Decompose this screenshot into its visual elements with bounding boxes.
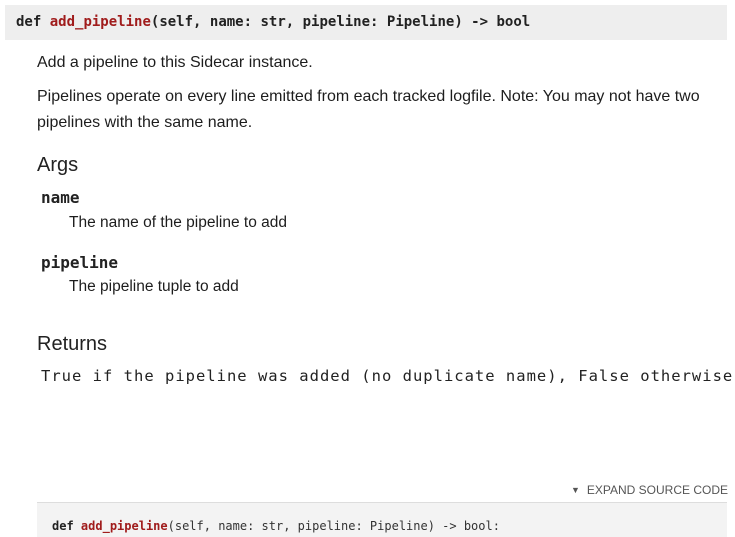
source-params: (self, name: str, pipeline: Pipeline) ->…	[167, 519, 500, 533]
def-keyword: def	[16, 14, 42, 30]
arg-name: name	[41, 188, 80, 207]
source-def-keyword: def	[52, 519, 74, 533]
function-params: (self, name: str, pipeline: Pipeline) ->…	[150, 14, 531, 30]
docstring-description: Pipelines operate on every line emitted …	[37, 88, 700, 131]
expand-source-label: EXPAND SOURCE CODE	[586, 483, 728, 497]
returns-heading: Returns	[37, 333, 108, 355]
function-signature: def add_pipeline(self, name: str, pipeli…	[16, 14, 530, 30]
expand-source-button[interactable]: ▼ EXPAND SOURCE CODE	[571, 483, 728, 497]
source-code-line: def add_pipeline(self, name: str, pipeli…	[52, 519, 500, 533]
triangle-down-icon: ▼	[570, 485, 580, 495]
arg-description: The pipeline tuple to add	[69, 278, 239, 295]
arg-name: pipeline	[41, 253, 119, 272]
docstring-summary: Add a pipeline to this Sidecar instance.	[37, 54, 313, 71]
doc-page: def add_pipeline(self, name: str, pipeli…	[0, 0, 735, 537]
source-function-name: add_pipeline	[80, 519, 168, 533]
arg-description: The name of the pipeline to add	[69, 214, 288, 231]
args-heading: Args	[37, 154, 79, 176]
function-signature-bar: def add_pipeline(self, name: str, pipeli…	[5, 5, 727, 40]
function-name: add_pipeline	[49, 14, 151, 30]
source-code-block: def add_pipeline(self, name: str, pipeli…	[37, 502, 727, 537]
returns-description: True if the pipeline was added (no dupli…	[41, 367, 734, 385]
